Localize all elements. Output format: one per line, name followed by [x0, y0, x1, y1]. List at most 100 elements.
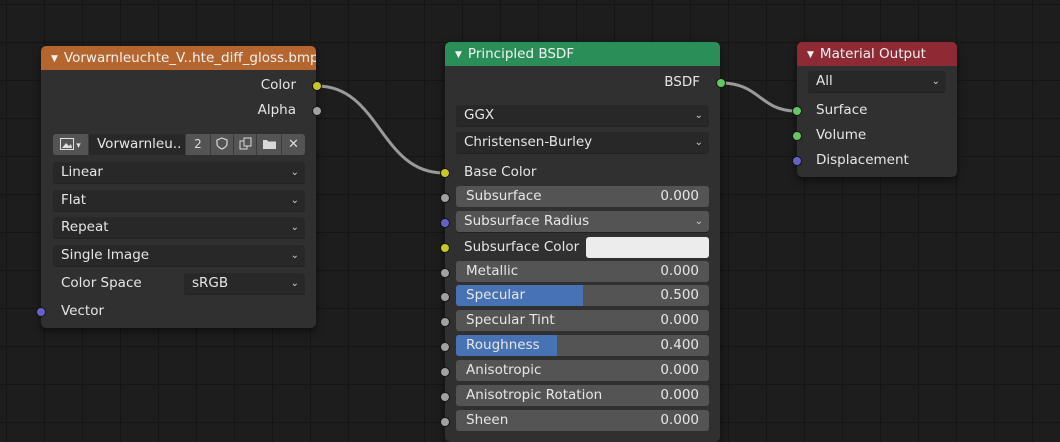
input-vector-label: Vector	[61, 303, 105, 319]
chevron-down-icon: ⌄	[290, 250, 299, 261]
specular-value: 0.500	[660, 287, 699, 303]
specular-slider[interactable]: Specular 0.500	[456, 285, 709, 306]
sheen-slider[interactable]: Sheen 0.000	[456, 410, 709, 431]
principled-bsdf-title: Principled BSDF	[467, 46, 575, 62]
image-name-field[interactable]: Vorwarnleu..	[89, 134, 186, 155]
input-vector-socket[interactable]	[36, 307, 46, 317]
anisotropic-rotation-slider[interactable]: Anisotropic Rotation 0.000	[456, 385, 709, 406]
metallic-label: Metallic	[466, 263, 519, 279]
input-anisotropic-rotation-socket[interactable]	[440, 392, 450, 402]
specular-label: Specular	[466, 287, 525, 303]
collapse-triangle-icon[interactable]: ▼	[807, 43, 814, 66]
chevron-down-icon: ▾	[76, 141, 81, 151]
input-volume-socket[interactable]	[792, 131, 802, 141]
interpolation-value: Linear	[61, 164, 103, 180]
image-users-count[interactable]: 2	[186, 134, 211, 155]
subsurface-method-value: Christensen-Burley	[464, 134, 593, 150]
chevron-down-icon: ⌄	[290, 167, 299, 178]
input-surface-socket[interactable]	[792, 106, 802, 116]
input-base-color-socket[interactable]	[440, 168, 450, 178]
source-value: Single Image	[61, 247, 150, 263]
chevron-down-icon: ⌄	[694, 137, 703, 148]
subsurface-method-dropdown[interactable]: Christensen-Burley ⌄	[456, 132, 709, 153]
principled-bsdf-node[interactable]: ▼ Principled BSDF BSDF GGX ⌄ Christensen-B…	[440, 42, 726, 442]
principled-bsdf-header[interactable]: ▼ Principled BSDF	[445, 42, 720, 66]
image-texture-node[interactable]: ▼ Vorwarnleuchte_V..hte_diff_gloss.bmp Co…	[36, 46, 322, 328]
image-browse-button[interactable]: ▾	[53, 134, 89, 155]
chevron-down-icon: ⌄	[694, 110, 703, 121]
image-selector[interactable]: ▾ Vorwarnleu.. 2 ✕	[53, 134, 305, 155]
fake-user-button[interactable]	[211, 134, 234, 155]
subsurface-color-label: Subsurface Color	[464, 239, 580, 255]
specular-tint-slider[interactable]: Specular Tint 0.000	[456, 310, 709, 331]
extension-dropdown[interactable]: Repeat ⌄	[53, 217, 305, 238]
input-anisotropic-socket[interactable]	[440, 367, 450, 377]
roughness-slider[interactable]: Roughness 0.400	[456, 335, 709, 356]
distribution-dropdown[interactable]: GGX ⌄	[456, 105, 709, 126]
input-subsurface-radius-socket[interactable]	[440, 218, 450, 228]
color-space-label: Color Space	[61, 275, 142, 291]
target-value: All	[816, 73, 833, 89]
color-space-dropdown[interactable]: sRGB ⌄	[184, 273, 305, 294]
material-output-header[interactable]: ▼ Material Output	[797, 42, 957, 66]
image-texture-header[interactable]: ▼ Vorwarnleuchte_V..hte_diff_gloss.bmp	[41, 46, 316, 70]
roughness-value: 0.400	[660, 337, 699, 353]
anisotropic-value: 0.000	[660, 362, 699, 378]
specular-tint-value: 0.000	[660, 312, 699, 328]
open-image-button[interactable]	[257, 134, 282, 155]
close-icon: ✕	[288, 137, 299, 152]
subsurface-color-swatch[interactable]	[586, 237, 709, 258]
source-dropdown[interactable]: Single Image ⌄	[53, 245, 305, 266]
subsurface-radius-dropdown[interactable]: Subsurface Radius ⌄	[456, 211, 709, 232]
output-alpha-label: Alpha	[257, 102, 296, 118]
output-alpha-socket[interactable]	[312, 106, 322, 116]
duplicate-image-button[interactable]	[234, 134, 257, 155]
input-roughness-socket[interactable]	[440, 342, 450, 352]
input-specular-socket[interactable]	[440, 292, 450, 302]
anisotropic-slider[interactable]: Anisotropic 0.000	[456, 360, 709, 381]
metallic-value: 0.000	[660, 263, 699, 279]
anisotropic-rotation-label: Anisotropic Rotation	[466, 387, 603, 403]
specular-tint-label: Specular Tint	[466, 312, 555, 328]
chevron-down-icon: ⌄	[290, 222, 299, 233]
collapse-triangle-icon[interactable]: ▼	[51, 47, 58, 70]
chevron-down-icon: ⌄	[290, 195, 299, 206]
collapse-triangle-icon[interactable]: ▼	[455, 43, 462, 66]
input-subsurface-color-socket[interactable]	[440, 243, 450, 253]
projection-value: Flat	[61, 192, 87, 208]
input-displacement-socket[interactable]	[792, 156, 802, 166]
subsurface-slider[interactable]: Subsurface 0.000	[456, 186, 709, 207]
output-color-label: Color	[260, 77, 296, 93]
shield-icon	[216, 137, 228, 150]
image-icon	[60, 138, 75, 150]
subsurface-label: Subsurface	[466, 188, 542, 204]
output-color-socket[interactable]	[312, 81, 322, 91]
link-bsdf-to-surface	[720, 81, 797, 113]
base-color-label: Base Color	[464, 164, 537, 180]
extension-value: Repeat	[61, 219, 109, 235]
input-specular-tint-socket[interactable]	[440, 317, 450, 327]
input-metallic-socket[interactable]	[440, 268, 450, 278]
material-output-node[interactable]: ▼ Material Output All ⌄ Surface Volume Dis…	[792, 42, 957, 177]
roughness-label: Roughness	[466, 337, 540, 353]
material-output-title: Material Output	[819, 46, 926, 62]
input-subsurface-socket[interactable]	[440, 193, 450, 203]
volume-label: Volume	[816, 127, 867, 143]
chevron-down-icon: ⌄	[290, 278, 299, 289]
subsurface-value: 0.000	[660, 188, 699, 204]
projection-dropdown[interactable]: Flat ⌄	[53, 190, 305, 211]
metallic-slider[interactable]: Metallic 0.000	[456, 261, 709, 282]
chevron-down-icon: ⌄	[694, 216, 703, 227]
duplicate-icon	[239, 137, 251, 150]
unlink-image-button[interactable]: ✕	[282, 134, 305, 155]
target-dropdown[interactable]: All ⌄	[808, 71, 946, 92]
chevron-down-icon: ⌄	[931, 76, 940, 87]
surface-label: Surface	[816, 102, 868, 118]
interpolation-dropdown[interactable]: Linear ⌄	[53, 162, 305, 183]
input-sheen-socket[interactable]	[440, 417, 450, 427]
output-bsdf-label: BSDF	[664, 74, 700, 90]
output-bsdf-socket[interactable]	[716, 78, 726, 88]
link-color-to-base-color	[316, 84, 445, 175]
anisotropic-label: Anisotropic	[466, 362, 542, 378]
sheen-label: Sheen	[466, 412, 509, 428]
